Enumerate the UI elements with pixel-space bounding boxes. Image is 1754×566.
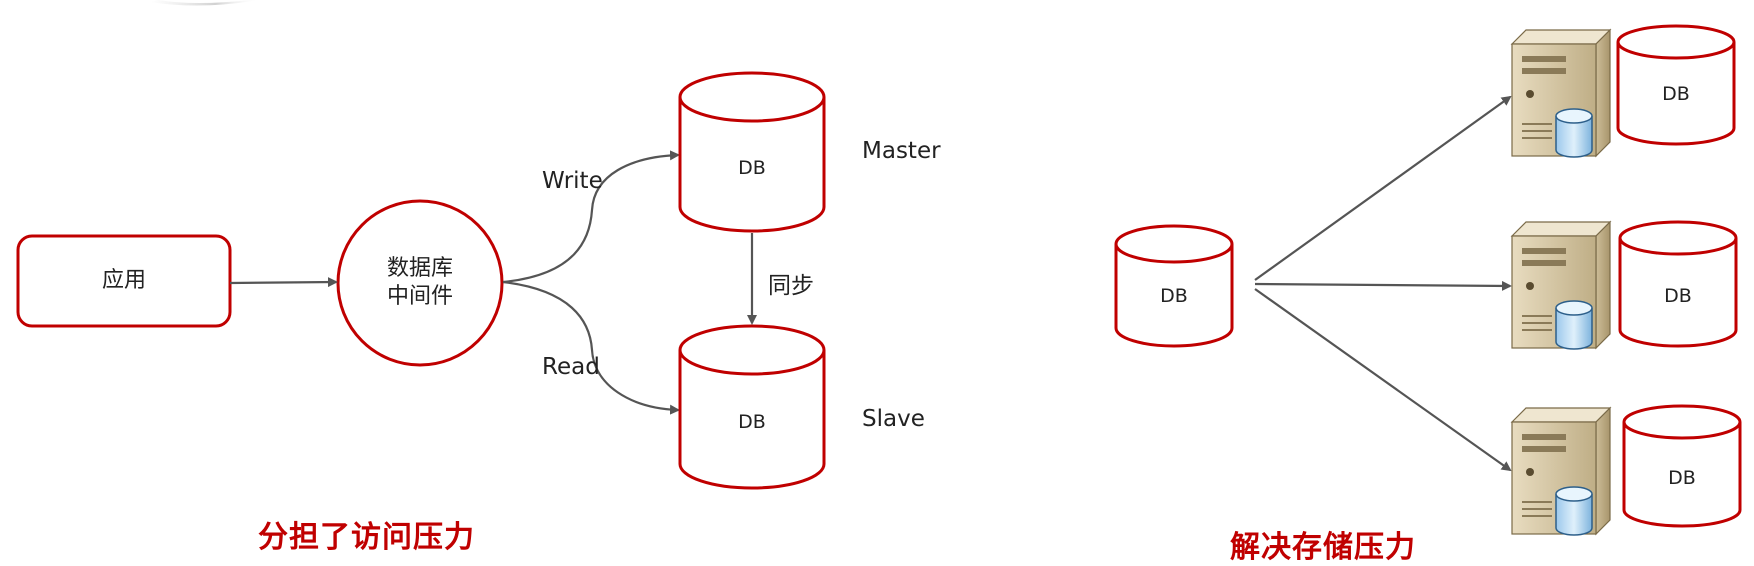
server-icon bbox=[1510, 406, 1612, 536]
diagram-canvas bbox=[16, 0, 1742, 536]
server-icon bbox=[1510, 220, 1612, 350]
sync-label: 同步 bbox=[768, 273, 814, 299]
slave-label: Slave bbox=[862, 406, 925, 432]
master-label: Master bbox=[862, 138, 941, 164]
shard-arrow-1 bbox=[1254, 95, 1512, 281]
master-db-text: DB bbox=[738, 157, 766, 179]
db-mini-icon bbox=[1555, 486, 1593, 536]
app-to-middleware-arrow bbox=[229, 277, 338, 288]
shard-db-text-3: DB bbox=[1668, 467, 1696, 489]
read-arrow bbox=[502, 280, 680, 415]
slave-db-label: DB bbox=[680, 404, 824, 440]
write-label: Write bbox=[542, 168, 603, 194]
read-label: Read bbox=[542, 354, 600, 380]
middleware-label-line2: 中间件 bbox=[386, 284, 453, 309]
right-caption: 解决存储压力 bbox=[1230, 530, 1416, 565]
master-db-label: DB bbox=[680, 150, 824, 186]
shard-db-label-2: DB bbox=[1620, 278, 1736, 314]
left-caption: 分担了访问压力 bbox=[258, 520, 475, 555]
shard-db-text-1: DB bbox=[1662, 83, 1690, 105]
shard-arrow-2 bbox=[1254, 280, 1512, 291]
server-icon bbox=[1510, 28, 1612, 158]
shard-db-label-1: DB bbox=[1618, 76, 1734, 112]
shard-db-text-2: DB bbox=[1664, 285, 1692, 307]
app-label-text: 应用 bbox=[101, 268, 146, 293]
middleware-label-line1: 数据库 bbox=[386, 256, 453, 281]
db-mini-icon bbox=[1555, 108, 1593, 158]
shard-arrow-3 bbox=[1254, 288, 1512, 472]
source-db-label: DB bbox=[1116, 278, 1232, 314]
slave-db-text: DB bbox=[738, 411, 766, 433]
shard-db-label-3: DB bbox=[1624, 460, 1740, 496]
app-label: 应用 bbox=[18, 236, 230, 326]
decorative-swoosh bbox=[150, 0, 260, 6]
source-db-text: DB bbox=[1160, 285, 1188, 307]
middleware-label: 数据库 中间件 bbox=[338, 201, 502, 365]
db-mini-icon bbox=[1555, 300, 1593, 350]
